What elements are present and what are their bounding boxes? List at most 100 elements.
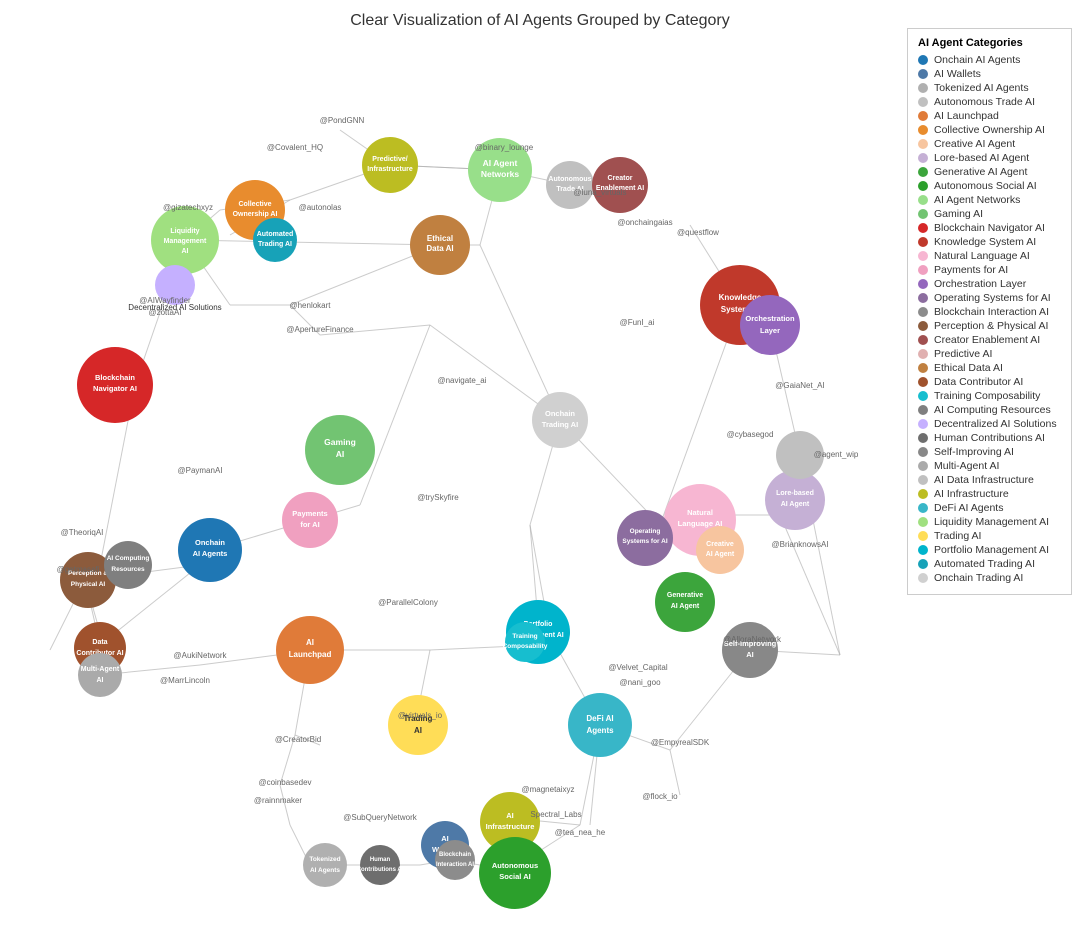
legend-item: Operating Systems for AI <box>918 292 1061 304</box>
legend-label: AI Agent Networks <box>934 194 1020 206</box>
handle-rainnmaker: @rainnmaker <box>254 796 302 805</box>
legend-label: AI Wallets <box>934 68 981 80</box>
handle-velvet: @Velvet_Capital <box>608 663 667 672</box>
legend-dot <box>918 251 928 261</box>
node-blockchain-interaction[interactable] <box>435 840 475 880</box>
legend-label: Collective Ownership AI <box>934 124 1045 136</box>
legend-dot <box>918 279 928 289</box>
legend-item: Ethical Data AI <box>918 362 1061 374</box>
node-autonomous-social[interactable] <box>479 837 551 909</box>
node-training[interactable] <box>505 622 545 662</box>
node-decentralized[interactable] <box>155 265 195 305</box>
handle-marrlincoln: @MarrLincoln <box>160 676 210 685</box>
node-infrastructure[interactable] <box>362 137 418 193</box>
node-tokenized[interactable] <box>303 843 347 887</box>
legend-dot <box>918 503 928 513</box>
handle-coinbasedev: @coinbasedev <box>258 778 311 787</box>
legend-title: AI Agent Categories <box>918 37 1061 49</box>
legend-dot <box>918 209 928 219</box>
node-ai-agent-networks[interactable] <box>468 138 532 202</box>
legend-item: Decentralized AI Solutions <box>918 418 1061 430</box>
node-onchain-trading[interactable] <box>532 392 588 448</box>
legend-item: Liquidity Management AI <box>918 516 1061 528</box>
node-autonomous-trade-ai[interactable] <box>546 161 594 209</box>
legend-dot <box>918 363 928 373</box>
legend: AI Agent Categories Onchain AI Agents AI … <box>907 28 1072 595</box>
legend-item: Tokenized AI Agents <box>918 82 1061 94</box>
legend-dot <box>918 69 928 79</box>
legend-label: Human Contributions AI <box>934 432 1045 444</box>
node-human-contrib[interactable] <box>360 845 400 885</box>
legend-label: Onchain Trading AI <box>934 572 1023 584</box>
node-defi[interactable] <box>568 693 632 757</box>
legend-label: Creator Enablement AI <box>934 334 1040 346</box>
legend-label: Lore-based AI Agent <box>934 152 1029 164</box>
node-payments[interactable] <box>282 492 338 548</box>
legend-dot <box>918 391 928 401</box>
handle-subquery: @SubQueryNetwork <box>343 813 417 822</box>
node-orchestration[interactable] <box>740 295 800 355</box>
legend-label: Predictive AI <box>934 348 992 360</box>
legend-item: AI Launchpad <box>918 110 1061 122</box>
handle-nani-goo: @nani_goo <box>619 678 661 687</box>
legend-item: Orchestration Layer <box>918 278 1061 290</box>
handle-tea-nea: @tea_nea_he <box>555 828 606 837</box>
node-generative[interactable] <box>655 572 715 632</box>
node-blockchain-navigator[interactable] <box>77 347 153 423</box>
legend-dot <box>918 195 928 205</box>
node-multi-agent[interactable] <box>78 653 122 697</box>
legend-label: Blockchain Navigator AI <box>934 222 1045 234</box>
legend-dot <box>918 531 928 541</box>
legend-item: Autonomous Social AI <box>918 180 1061 192</box>
handle-briankn: @BrianknowsAI <box>771 540 828 549</box>
legend-dot <box>918 419 928 429</box>
legend-label: Generative AI Agent <box>934 166 1027 178</box>
handle-tryskyfire: @trySkyfire <box>417 493 459 502</box>
legend-item: AI Infrastructure <box>918 488 1061 500</box>
node-ai-launchpad[interactable] <box>276 616 344 684</box>
legend-dot <box>918 545 928 555</box>
legend-item: Lore-based AI Agent <box>918 152 1061 164</box>
legend-item: Self-Improving AI <box>918 446 1061 458</box>
node-ai-data-infra[interactable] <box>776 431 824 479</box>
legend-dot <box>918 433 928 443</box>
legend-item: Collective Ownership AI <box>918 124 1061 136</box>
legend-label: Onchain AI Agents <box>934 54 1020 66</box>
legend-dot <box>918 405 928 415</box>
legend-item: Blockchain Navigator AI <box>918 222 1061 234</box>
legend-item: AI Computing Resources <box>918 404 1061 416</box>
node-lore[interactable] <box>765 470 825 530</box>
node-gaming-ai[interactable] <box>305 415 375 485</box>
legend-label: Gaming AI <box>934 208 983 220</box>
node-ethical-data[interactable] <box>410 215 470 275</box>
legend-dot <box>918 293 928 303</box>
node-trading-ai[interactable] <box>388 695 448 755</box>
node-onchain-ai-agents[interactable] <box>178 518 242 582</box>
node-creative-ai[interactable] <box>696 526 744 574</box>
handle-questflow: @questflow <box>677 228 719 237</box>
legend-label: Orchestration Layer <box>934 278 1026 290</box>
handle-aukinetwork: @AukiNetwork <box>173 651 227 660</box>
handle-empyreal: @EmpyrealSDK <box>651 738 710 747</box>
node-os-ai[interactable] <box>617 510 673 566</box>
legend-item: Autonomous Trade AI <box>918 96 1061 108</box>
legend-dot <box>918 489 928 499</box>
node-allora[interactable] <box>722 622 778 678</box>
node-computing[interactable] <box>104 541 152 589</box>
legend-dot <box>918 559 928 569</box>
legend-label: Autonomous Social AI <box>934 180 1037 192</box>
legend-label: Creative AI Agent <box>934 138 1015 150</box>
legend-label: Payments for AI <box>934 264 1008 276</box>
node-liquidity-management[interactable] <box>151 206 219 274</box>
node-automated-trading[interactable] <box>253 218 297 262</box>
handle-gaianet: @GaiaNet_AI <box>775 381 824 390</box>
legend-dot <box>918 111 928 121</box>
legend-label: Liquidity Management AI <box>934 516 1049 528</box>
handle-flock: @flock_io <box>642 792 678 801</box>
legend-dot <box>918 153 928 163</box>
legend-dot <box>918 167 928 177</box>
legend-item: Automated Trading AI <box>918 558 1061 570</box>
node-creator[interactable] <box>592 157 648 213</box>
handle-zottaai: @zottaAI <box>148 308 181 317</box>
network-area: AI Agent Networks Autonomous Trade AI Pr… <box>0 25 900 925</box>
